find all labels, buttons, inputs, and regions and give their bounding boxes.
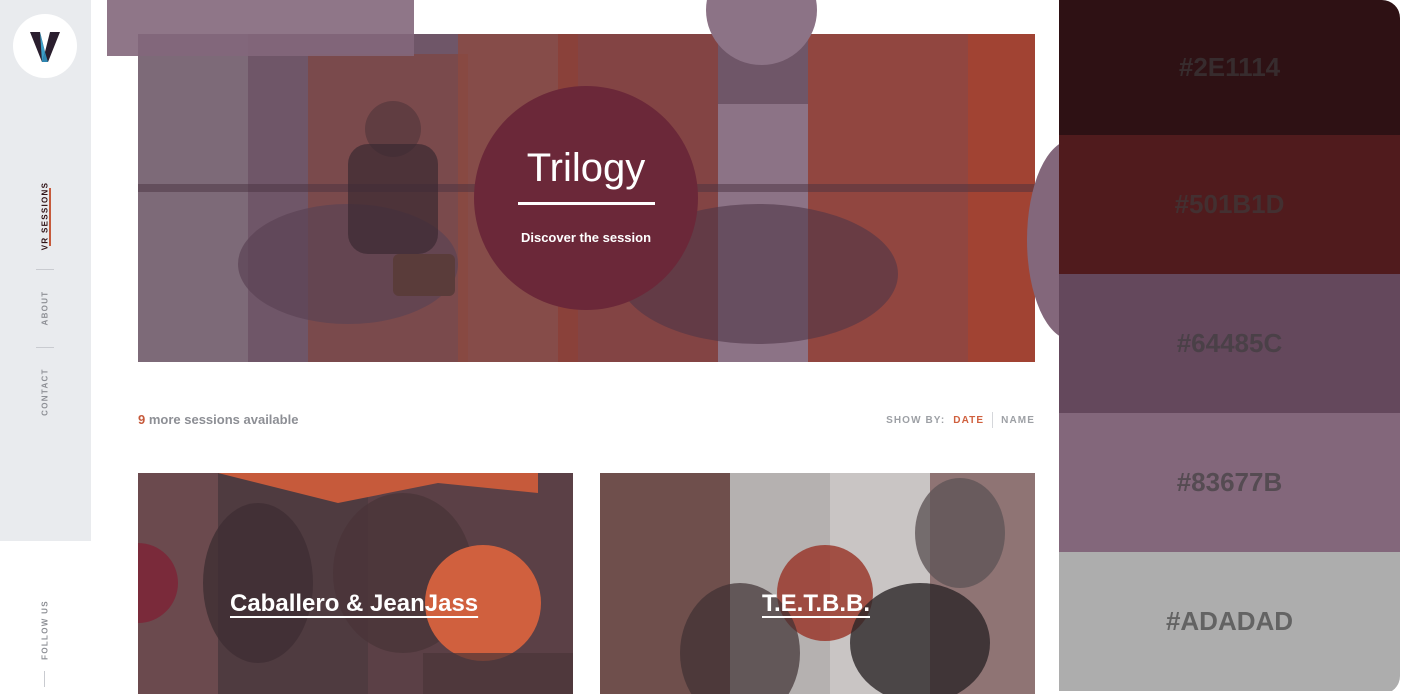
palette-swatch: #2E1114 <box>1059 0 1400 135</box>
follow-divider <box>44 671 45 687</box>
follow-us-label: FOLLOW US <box>40 600 50 660</box>
sessions-count-text: more sessions available <box>145 412 299 427</box>
nav-divider <box>36 347 54 348</box>
hero-title-underline <box>518 202 655 205</box>
hero-subtitle-link[interactable]: Discover the session <box>474 230 698 245</box>
palette-swatch: #64485C <box>1059 274 1400 413</box>
sidebar-footer: FOLLOW US <box>0 541 91 694</box>
palette-swatch: #ADADAD <box>1059 552 1400 691</box>
session-card[interactable] <box>600 473 1035 694</box>
hero-title[interactable]: Trilogy <box>474 146 698 191</box>
decorative-block <box>107 0 414 56</box>
nav-contact[interactable]: CONTACT <box>41 368 50 416</box>
sort-divider <box>992 412 994 428</box>
color-palette: #2E1114 #501B1D #64485C #83677B #ADADAD <box>1059 0 1400 694</box>
sessions-count: 9 more sessions available <box>138 412 298 427</box>
session-card[interactable] <box>138 473 573 694</box>
card-title[interactable]: Caballero & JeanJass <box>230 590 478 618</box>
sort-by-date[interactable]: DATE <box>953 415 984 426</box>
logo-v-icon <box>30 32 60 62</box>
card-image <box>138 473 573 694</box>
show-by-label: SHOW BY: <box>886 414 946 426</box>
sort-controls: SHOW BY: DATE NAME <box>886 412 1035 428</box>
logo[interactable] <box>13 14 77 78</box>
nav-active-indicator <box>49 188 51 246</box>
card-image <box>600 473 1035 694</box>
nav-about[interactable]: ABOUT <box>41 291 50 326</box>
nav-divider <box>36 269 54 270</box>
sort-by-name[interactable]: NAME <box>1001 415 1035 426</box>
app-frame: VR SESSIONS ABOUT CONTACT FOLLOW US Tril… <box>0 0 1400 694</box>
hero-session-button[interactable] <box>474 86 698 310</box>
palette-swatch: #501B1D <box>1059 135 1400 274</box>
card-title[interactable]: T.E.T.B.B. <box>762 590 870 618</box>
palette-swatch: #83677B <box>1059 413 1400 552</box>
